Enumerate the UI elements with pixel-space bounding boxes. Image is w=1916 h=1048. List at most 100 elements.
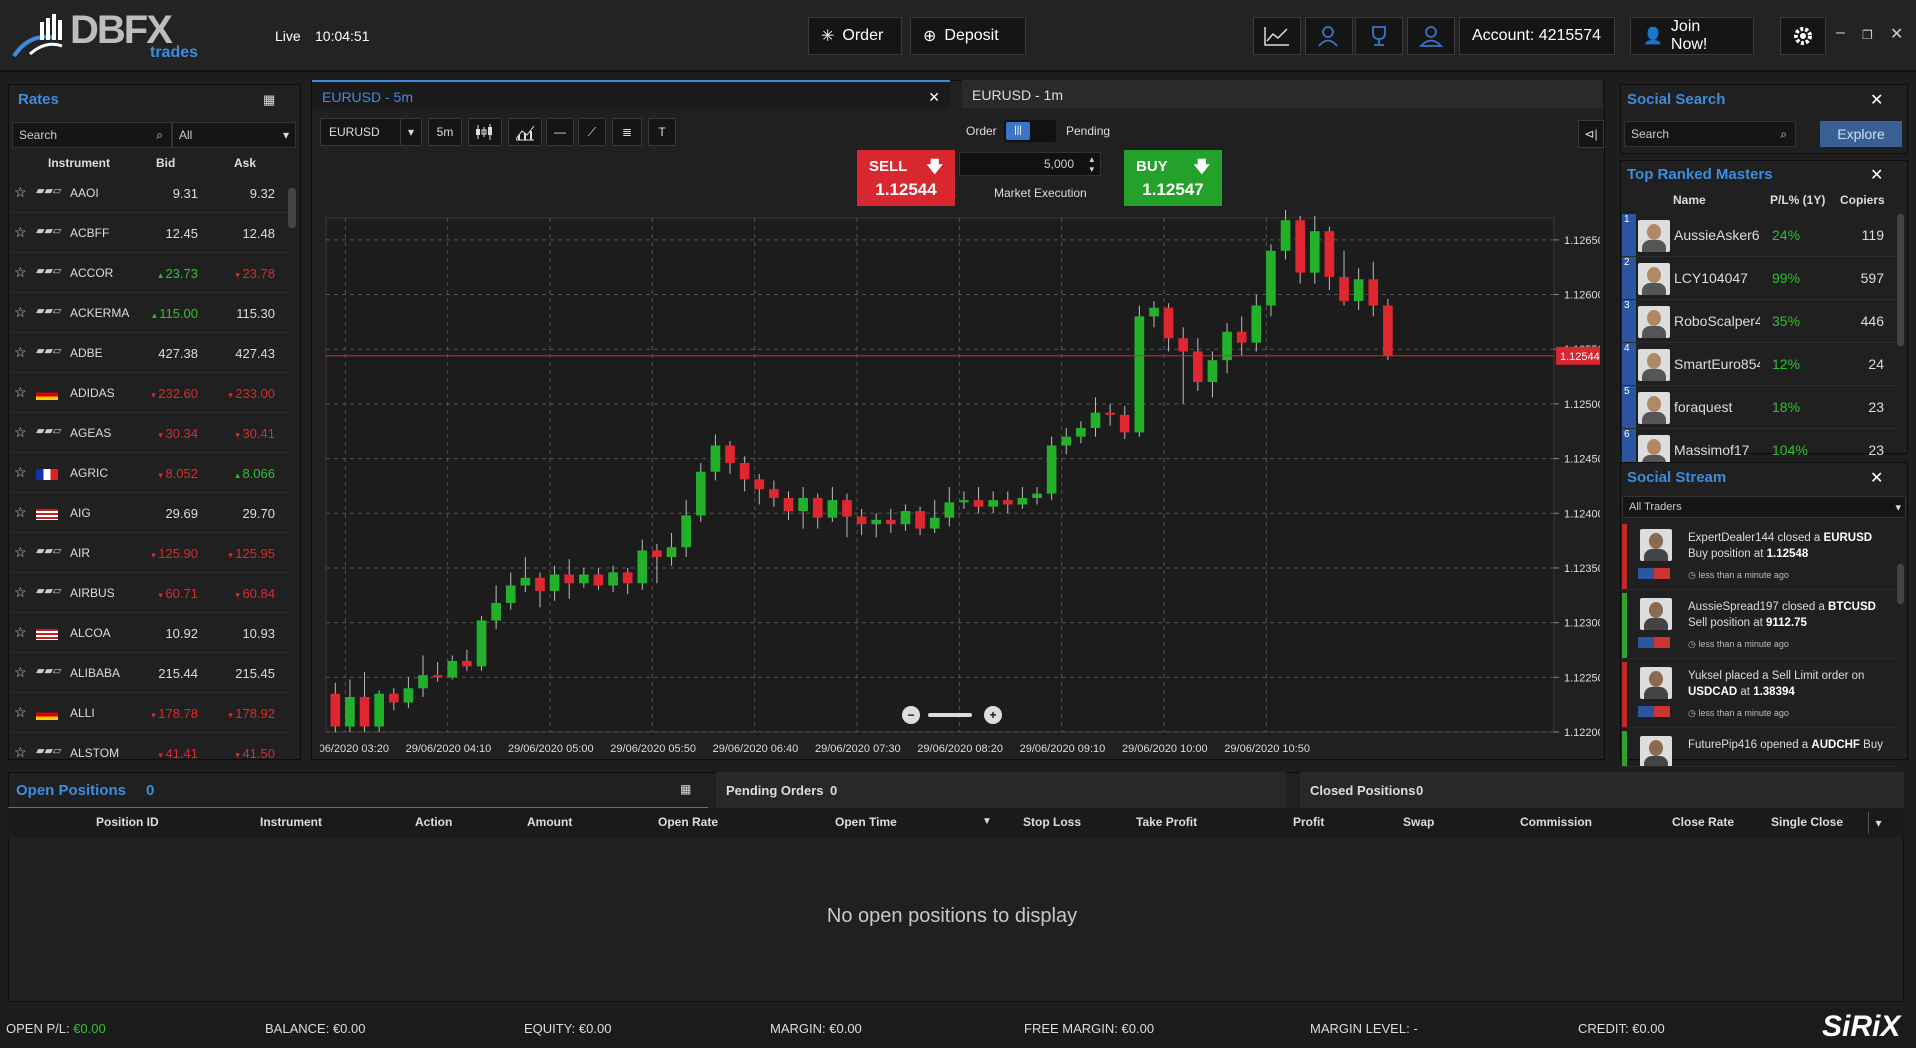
column-header[interactable]: Profit bbox=[1293, 815, 1324, 829]
ask-price[interactable]: 10.93 bbox=[202, 626, 275, 641]
bid-price[interactable]: 29.69 bbox=[123, 506, 198, 521]
stream-filter-select[interactable]: All Traders ▾ bbox=[1622, 496, 1906, 518]
column-header[interactable]: Open Time bbox=[835, 815, 897, 829]
ask-price[interactable]: 115.30 bbox=[202, 306, 275, 321]
ask-price[interactable]: 215.45 bbox=[202, 666, 275, 681]
bid-price[interactable]: ▾ 125.90 bbox=[123, 546, 198, 561]
amount-stepper-icon[interactable]: ▴ ▾ bbox=[1089, 154, 1094, 174]
rates-row[interactable]: ☆ ▰▰▱ ACCOR ▴ 23.73 ▾ 23.78 bbox=[10, 253, 290, 293]
bid-price[interactable]: ▾ 8.052 bbox=[123, 466, 198, 481]
favorite-star-icon[interactable]: ☆ bbox=[14, 224, 27, 241]
buy-button[interactable]: BUY 🡇 1.12547 bbox=[1124, 150, 1222, 206]
bid-price[interactable]: ▾ 60.71 bbox=[123, 586, 198, 601]
horizontal-line-icon[interactable]: — bbox=[546, 118, 574, 146]
candle[interactable] bbox=[374, 690, 384, 732]
stream-item[interactable]: Yuksel placed a Sell Limit order on USDC… bbox=[1622, 662, 1896, 728]
rates-row[interactable]: ☆ ▰▰▱ AIRBUS ▾ 60.71 ▾ 60.84 bbox=[10, 573, 290, 613]
master-row[interactable]: 3 RoboScalper4(35% 446 bbox=[1622, 300, 1896, 343]
indicators-icon[interactable] bbox=[508, 118, 542, 146]
fibonacci-icon[interactable]: ≣ bbox=[612, 118, 642, 146]
column-header[interactable]: Amount bbox=[527, 815, 572, 829]
ask-price[interactable]: ▾ 30.41 bbox=[202, 426, 275, 441]
rates-row[interactable]: ☆ ▰▰▱ ALSTOM ▾ 41.41 ▾ 41.50 bbox=[10, 733, 290, 773]
tab-pending-orders[interactable]: Pending Orders 0 bbox=[716, 772, 1286, 808]
ask-price[interactable]: ▴ 8.066 bbox=[202, 466, 275, 481]
deposit-button[interactable]: ⊕ Deposit bbox=[910, 17, 1026, 55]
close-top-ranked-icon[interactable]: ✕ bbox=[1870, 165, 1883, 185]
favorite-star-icon[interactable]: ☆ bbox=[14, 504, 27, 521]
close-social-stream-icon[interactable]: ✕ bbox=[1870, 468, 1883, 488]
column-header[interactable]: Action bbox=[415, 815, 452, 829]
ask-price[interactable]: ▾ 60.84 bbox=[202, 586, 275, 601]
favorite-star-icon[interactable]: ☆ bbox=[14, 704, 27, 721]
favorite-star-icon[interactable]: ☆ bbox=[14, 664, 27, 681]
minimize-icon[interactable]: – bbox=[1836, 24, 1845, 42]
candle[interactable] bbox=[1134, 305, 1145, 437]
masters-scrollbar[interactable] bbox=[1897, 214, 1904, 346]
stream-item[interactable]: ExpertDealer144 closed a EURUSD Buy posi… bbox=[1622, 524, 1896, 590]
favorite-star-icon[interactable]: ☆ bbox=[14, 424, 27, 441]
bid-price[interactable]: ▾ 178.78 bbox=[123, 706, 198, 721]
favorite-star-icon[interactable]: ☆ bbox=[14, 264, 27, 281]
rates-row[interactable]: ☆ ALCOA 10.92 10.93 bbox=[10, 613, 290, 653]
single-close-dropdown-icon[interactable]: ▾ bbox=[1868, 812, 1888, 834]
bid-price[interactable]: 12.45 bbox=[123, 226, 198, 241]
sort-open-time-icon[interactable]: ▼ bbox=[982, 816, 992, 827]
rates-row[interactable]: ☆ ▰▰▱ ACKERMA ▴ 115.00 115.30 bbox=[10, 293, 290, 333]
candle[interactable] bbox=[476, 616, 487, 671]
zoom-slider[interactable] bbox=[928, 713, 972, 717]
chart-line-icon[interactable] bbox=[1253, 17, 1301, 55]
rates-row[interactable]: ☆ ▰▰▱ AIR ▾ 125.90 ▾ 125.95 bbox=[10, 533, 290, 573]
close-social-search-icon[interactable]: ✕ bbox=[1870, 90, 1883, 110]
candles-type-icon[interactable] bbox=[468, 118, 502, 146]
explore-button[interactable]: Explore bbox=[1820, 121, 1902, 147]
user-search-icon[interactable] bbox=[1305, 17, 1353, 55]
favorite-star-icon[interactable]: ☆ bbox=[14, 544, 27, 561]
ask-price[interactable]: 427.43 bbox=[202, 346, 275, 361]
rates-row[interactable]: ☆ ▰▰▱ AGEAS ▾ 30.34 ▾ 30.41 bbox=[10, 413, 290, 453]
candle[interactable] bbox=[1383, 298, 1393, 361]
column-header[interactable]: Single Close bbox=[1771, 815, 1843, 829]
rates-search-input[interactable]: Search ⌕ bbox=[12, 122, 172, 148]
rates-row[interactable]: ☆ AGRIC ▾ 8.052 ▴ 8.066 bbox=[10, 453, 290, 493]
favorite-star-icon[interactable]: ☆ bbox=[14, 744, 27, 761]
rates-row[interactable]: ☆ ▰▰▱ ALIBABA 215.44 215.45 bbox=[10, 653, 290, 693]
social-search-input[interactable]: Search ⌕ bbox=[1624, 121, 1796, 147]
bid-price[interactable]: ▾ 41.41 bbox=[123, 746, 198, 761]
close-window-icon[interactable]: ✕ bbox=[1890, 24, 1903, 44]
symbol-dropdown-icon[interactable]: ▾ bbox=[400, 118, 422, 146]
column-header[interactable]: Close Rate bbox=[1672, 815, 1734, 829]
ask-price[interactable]: ▾ 125.95 bbox=[202, 546, 275, 561]
bid-price[interactable]: ▴ 23.73 bbox=[123, 266, 198, 281]
positions-menu-icon[interactable]: ▦ bbox=[680, 782, 691, 796]
master-row[interactable]: 2 LCY104047 99% 597 bbox=[1622, 257, 1896, 300]
bid-price[interactable]: 215.44 bbox=[123, 666, 198, 681]
rates-scrollbar[interactable] bbox=[288, 188, 296, 228]
account-button[interactable]: Account: 4215574 bbox=[1459, 17, 1615, 55]
trophy-icon[interactable] bbox=[1355, 17, 1403, 55]
rates-row[interactable]: ☆ ▰▰▱ ACBFF 12.45 12.48 bbox=[10, 213, 290, 253]
column-header[interactable]: Open Rate bbox=[658, 815, 718, 829]
stream-scrollbar[interactable] bbox=[1897, 564, 1904, 604]
master-row[interactable]: 5 foraquest 18% 23 bbox=[1622, 386, 1896, 429]
sell-button[interactable]: SELL 🡇 1.12544 bbox=[857, 150, 955, 206]
master-row[interactable]: 1 AussieAsker63 24% 119 bbox=[1622, 214, 1896, 257]
ask-price[interactable]: 9.32 bbox=[202, 186, 275, 201]
candlestick-chart[interactable]: 1.126501.126001.125501.125001.124501.124… bbox=[320, 210, 1600, 758]
favorite-star-icon[interactable]: ☆ bbox=[14, 344, 27, 361]
bid-price[interactable]: ▾ 30.34 bbox=[123, 426, 198, 441]
ask-price[interactable]: ▾ 41.50 bbox=[202, 746, 275, 761]
join-now-button[interactable]: 👤 Join Now! bbox=[1630, 17, 1754, 55]
rates-row[interactable]: ☆ ▰▰▱ ADBE 427.38 427.43 bbox=[10, 333, 290, 373]
favorite-star-icon[interactable]: ☆ bbox=[14, 184, 27, 201]
stream-item[interactable]: FuturePip416 opened a AUDCHF Buy bbox=[1622, 731, 1896, 767]
stream-item[interactable]: AussieSpread197 closed a BTCUSD Sell pos… bbox=[1622, 593, 1896, 659]
column-header[interactable]: Commission bbox=[1520, 815, 1592, 829]
ask-price[interactable]: ▾ 233.00 bbox=[202, 386, 275, 401]
candle[interactable] bbox=[1046, 436, 1057, 501]
order-button[interactable]: ✳ Order bbox=[808, 17, 902, 55]
favorite-star-icon[interactable]: ☆ bbox=[14, 304, 27, 321]
bid-price[interactable]: ▾ 232.60 bbox=[123, 386, 198, 401]
ask-price[interactable]: 12.48 bbox=[202, 226, 275, 241]
tab-eurusd-1m[interactable]: EURUSD - 1m bbox=[962, 80, 1602, 108]
